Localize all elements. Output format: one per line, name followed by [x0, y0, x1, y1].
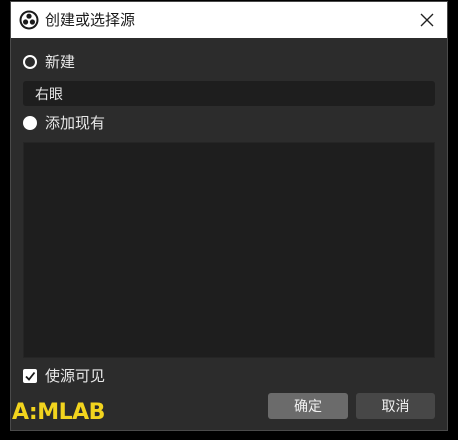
- title-bar: 创建或选择源: [11, 2, 447, 38]
- create-new-radio[interactable]: 新建: [23, 52, 75, 72]
- close-icon: [420, 13, 434, 27]
- create-select-source-dialog: 创建或选择源 新建 添加现有: [10, 1, 448, 431]
- radio-checked-icon: [23, 116, 37, 130]
- add-existing-radio[interactable]: 添加现有: [23, 113, 105, 133]
- make-source-visible-label: 使源可见: [45, 367, 106, 385]
- create-new-label: 新建: [45, 53, 76, 71]
- make-source-visible-checkbox[interactable]: 使源可见: [23, 366, 105, 386]
- cancel-button[interactable]: 取消: [356, 393, 435, 419]
- screen-frame: 创建或选择源 新建 添加现有: [0, 0, 458, 440]
- close-button[interactable]: [415, 8, 439, 32]
- checkbox-checked-icon: [23, 369, 37, 383]
- radio-unchecked-icon: [23, 55, 37, 69]
- source-name-input[interactable]: [23, 81, 435, 106]
- obs-logo-icon: [19, 10, 39, 30]
- amlab-watermark-logo: A:MLAB: [12, 400, 105, 425]
- ok-button[interactable]: 确定: [268, 393, 348, 419]
- add-existing-label: 添加现有: [45, 114, 106, 132]
- dialog-content: 新建 添加现有 使源可见 确定 取消: [11, 38, 447, 431]
- existing-sources-list[interactable]: [23, 142, 435, 358]
- dialog-title: 创建或选择源: [45, 11, 136, 29]
